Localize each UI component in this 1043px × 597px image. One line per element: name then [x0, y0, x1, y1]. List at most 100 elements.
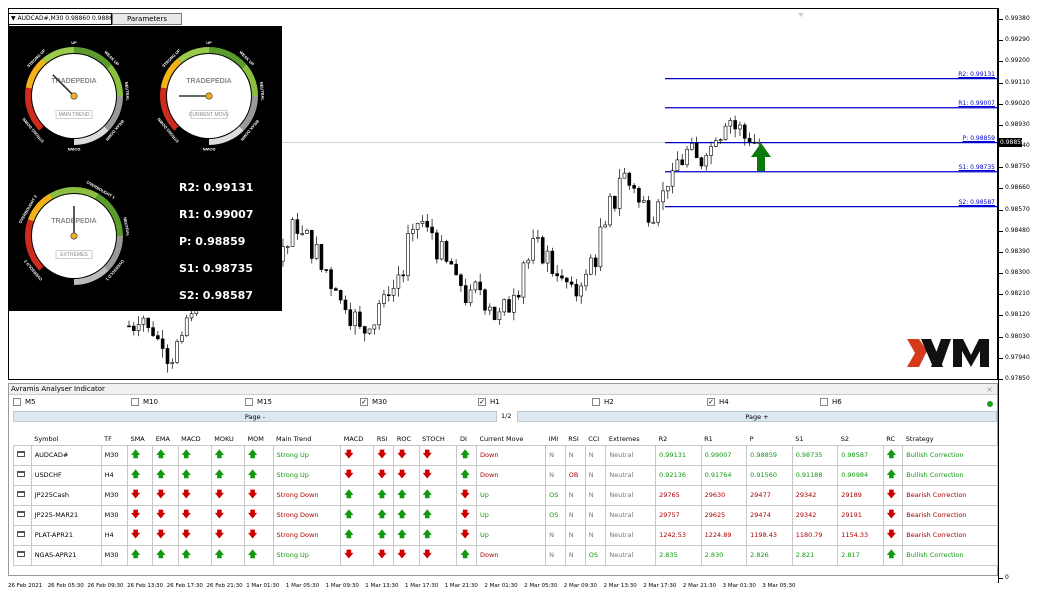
folder-icon[interactable] — [13, 444, 32, 466]
candle — [170, 358, 175, 369]
folder-icon[interactable] — [13, 464, 32, 486]
up-arrow-icon: 🡅 — [130, 550, 141, 560]
rsi-cell: N — [564, 484, 586, 506]
checkbox[interactable]: ✓ — [478, 398, 486, 406]
down-arrow-icon: 🡇 — [460, 490, 470, 500]
page-prev-button[interactable]: Page - — [13, 411, 497, 422]
candle — [704, 152, 709, 171]
s2-cell: 29191 — [837, 504, 884, 526]
timeframe-h2[interactable]: H2 — [592, 398, 614, 406]
close-icon[interactable]: × — [986, 384, 993, 395]
up-arrow-icon: 🡅 — [181, 450, 191, 460]
table-row[interactable]: JP225-MAR21 M30 🡇 🡇 🡇 🡇 🡇 Strong Down 🡅 🡅 🡅 🡅 🡇 Up OS N… — [13, 504, 998, 526]
candle — [540, 235, 545, 265]
strategy-cell: Bearish Correction — [902, 504, 998, 526]
down-arrow-icon: 🡇 — [344, 470, 354, 480]
price-tick: 0.98030 — [999, 332, 1030, 340]
down-arrow-icon: 🡇 — [214, 530, 225, 540]
up-arrow-icon: 🡅 — [181, 470, 191, 480]
timeframe-m15[interactable]: M15 — [245, 398, 272, 406]
column-header: Current Move — [479, 434, 524, 443]
r1-value: R1: 0.99007 — [179, 208, 254, 221]
up-arrow-icon: 🡅 — [248, 550, 258, 560]
indicator-cell: 🡅 — [456, 464, 478, 486]
candle — [507, 295, 511, 313]
table-row[interactable]: AUDCAD# M30 🡅 🡅 🡅 🡅 🡅 Strong Up 🡇 🡇 🡇 🡇 🡅 Down N N N Neut… — [13, 444, 998, 466]
symbol-cell: JP225Cash — [30, 484, 102, 506]
time-tick: 3 Mar 01:30 — [722, 583, 756, 589]
cci-cell: N — [584, 464, 607, 486]
page-next-button[interactable]: Page + — [517, 411, 997, 422]
p-cell: 0.98859 — [746, 444, 793, 466]
indicator-cell: 🡅 — [177, 544, 212, 566]
up-arrow-icon: 🡅 — [422, 490, 432, 500]
folder-icon[interactable] — [13, 504, 32, 526]
candle — [651, 216, 656, 224]
timeframe-row: M5 M10 M15 ✓ M30 ✓ H1 H2 ✓ H4 H6 — [9, 397, 997, 410]
candle — [348, 302, 353, 330]
timeframe-m10[interactable]: M10 — [131, 398, 158, 406]
folder-icon[interactable] — [13, 484, 32, 506]
column-header: S1 — [795, 434, 804, 443]
table-row[interactable]: NGAS-APR21 M30 🡅 🡅 🡅 🡅 🡅 Strong Up 🡇 🡇 🡇 🡇 🡅 Down N N OS… — [13, 544, 998, 566]
table-row[interactable]: PLAT-APR21 H4 🡇 🡇 🡇 🡇 🡇 Strong Down 🡅 🡅 🡅 🡅 🡇 Up N N N Ne… — [13, 524, 998, 546]
current-move-cell: Down — [476, 464, 547, 486]
time-tick: 1 Mar 01:30 — [246, 583, 280, 589]
symbol-cell: AUDCAD# — [30, 444, 102, 466]
up-arrow-icon: 🡅 — [181, 550, 191, 560]
timeframe-h6[interactable]: H6 — [820, 398, 842, 406]
down-arrow-icon: 🡇 — [344, 550, 354, 560]
indicator-cell: 🡅 — [373, 524, 395, 546]
time-tick: 2 Mar 21:30 — [682, 583, 717, 589]
parameters-button[interactable]: Parameters — [112, 13, 182, 25]
symbol-info[interactable]: ▼ AUDCAD#,M30 0.98860 0.98867 0.98856 0.… — [8, 13, 170, 25]
p-cell: 2.826 — [746, 544, 793, 566]
candle — [463, 278, 468, 306]
indicator-cell: 🡅 — [126, 464, 154, 486]
down-arrow-icon: 🡇 — [214, 490, 225, 500]
indicator-cell: 🡇 — [244, 504, 274, 526]
main-trend-gauge: TRADEPEDIA MAIN TREND UP STRONG UP WEAK UP NE… — [19, 40, 131, 152]
down-arrow-icon: 🡇 — [422, 470, 432, 480]
candle — [290, 217, 295, 247]
table-row[interactable]: JP225Cash M30 🡇 🡇 🡇 🡇 🡇 Strong Down 🡅 🡅 🡅 🡅 🡇 Up OS N N N… — [13, 484, 998, 506]
indicator-cell: 🡇 — [373, 464, 395, 486]
indicator-cell: 🡇 — [456, 524, 478, 546]
pivot-line-label: S1: 0.98735 — [958, 163, 995, 171]
checkbox[interactable]: ✓ — [360, 398, 368, 406]
col-folder — [14, 433, 32, 445]
column-header: STOCH — [422, 434, 445, 443]
timeframe-m5[interactable]: M5 — [13, 398, 36, 406]
candle — [127, 320, 131, 328]
candle — [473, 280, 478, 294]
candle — [151, 321, 155, 338]
pivot-line-label: P: 0.98859 — [962, 134, 995, 142]
checkbox[interactable] — [592, 398, 600, 406]
folder-icon[interactable] — [13, 524, 32, 546]
down-arrow-icon: 🡇 — [181, 510, 191, 520]
down-arrow-icon: 🡇 — [248, 490, 258, 500]
time-tick: 1 Mar 09:30 — [325, 583, 359, 589]
page-row: Page - 1/2 Page + — [9, 411, 997, 423]
time-tick: 26 Feb 21:30 — [206, 583, 243, 589]
candle — [617, 168, 622, 217]
price-tick: 0.98660 — [999, 184, 1030, 192]
table-row[interactable]: USDCHF H4 🡅 🡅 🡅 🡅 🡅 Strong Up 🡇 🡇 🡇 🡇 🡅 Down N OB N Neutr… — [13, 464, 998, 486]
checkbox[interactable] — [820, 398, 828, 406]
checkbox[interactable] — [131, 398, 139, 406]
indicator-cell: 🡇 — [177, 484, 212, 506]
timeframe-h4[interactable]: ✓ H4 — [707, 398, 729, 406]
main-trend-cell: Strong Up — [272, 464, 342, 486]
checkbox[interactable] — [245, 398, 253, 406]
candle — [401, 270, 406, 283]
folder-icon[interactable] — [13, 544, 32, 566]
checkbox[interactable]: ✓ — [707, 398, 715, 406]
candle — [310, 229, 314, 264]
checkbox[interactable] — [13, 398, 21, 406]
timeframe-h1[interactable]: ✓ H1 — [478, 398, 500, 406]
candle — [459, 273, 463, 292]
candle — [641, 195, 646, 204]
tf-cell: M30 — [100, 544, 128, 566]
timeframe-m30[interactable]: ✓ M30 — [360, 398, 387, 406]
indicator-cell: 🡅 — [152, 544, 179, 566]
